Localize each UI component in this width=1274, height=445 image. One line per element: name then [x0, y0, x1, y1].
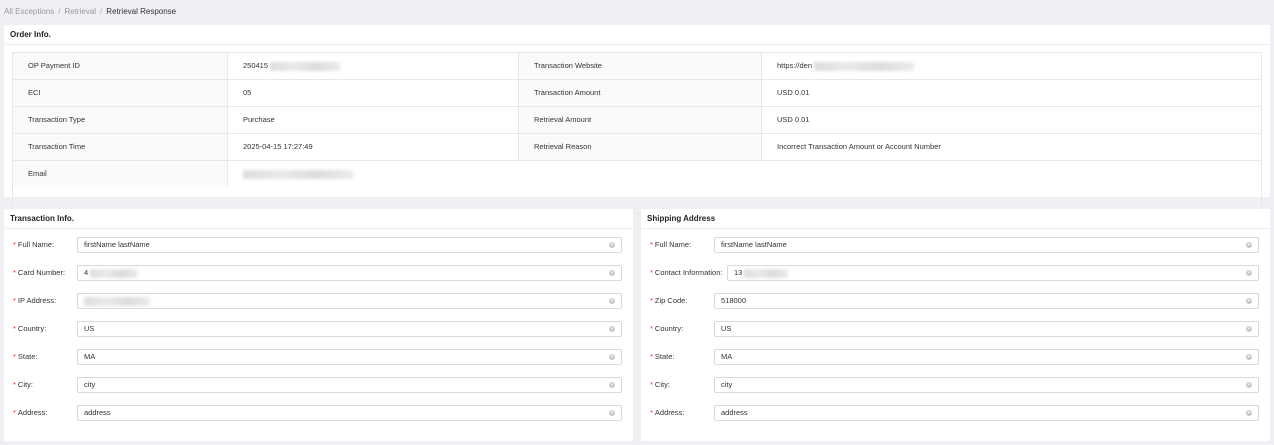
field-label: * Full Name: [13, 240, 55, 249]
order-info-title: Order Info. [4, 25, 1270, 45]
form-row-full-name: * Full Name: firstName lastName ✕ [4, 237, 633, 253]
breadcrumb-separator: / [100, 7, 103, 16]
shipping-address-input[interactable]: address ✕ [714, 405, 1259, 421]
field-label: * Contact Information: [650, 268, 723, 277]
order-value-transaction-amount: USD 0.01 [777, 88, 810, 97]
city-input[interactable]: city ✕ [77, 377, 622, 393]
form-row-ip-address: * IP Address: ✕ [4, 293, 633, 309]
breadcrumb-retrieval[interactable]: Retrieval [64, 7, 96, 16]
address-input[interactable]: address ✕ [77, 405, 622, 421]
card-number-input[interactable]: 4 ✕ [77, 265, 622, 281]
order-row-eci: ECI 05 Transaction Amount USD 0.01 [13, 80, 1261, 107]
form-row-city: * City: city ✕ [641, 377, 1270, 393]
order-label: Transaction Website [519, 53, 761, 79]
order-value-transaction-type: Purchase [243, 115, 275, 124]
field-label: * Address: [650, 408, 685, 417]
field-label: * State: [13, 352, 38, 361]
close-circle-icon[interactable]: ✕ [1246, 410, 1252, 416]
ip-address-input[interactable]: ✕ [77, 293, 622, 309]
order-value-email [228, 161, 518, 187]
form-row-state: * State: MA ✕ [641, 349, 1270, 365]
field-label: * Zip Code: [650, 296, 688, 305]
close-circle-icon[interactable]: ✕ [1246, 382, 1252, 388]
breadcrumb-all-exceptions[interactable]: All Exceptions [4, 7, 54, 16]
order-label: OP Payment ID [13, 53, 227, 79]
order-value-transaction-time: 2025-04-15 17:27:49 [243, 142, 313, 151]
order-label: Transaction Type [13, 107, 227, 133]
close-circle-icon[interactable]: ✕ [609, 354, 615, 360]
shipping-city-input[interactable]: city ✕ [714, 377, 1259, 393]
order-value-retrieval-amount: USD 0.01 [777, 115, 810, 124]
shipping-address-title: Shipping Address [641, 209, 1270, 229]
field-label: * Full Name: [650, 240, 692, 249]
order-label: Retrieval Amount [519, 107, 761, 133]
order-value-website: https://den [762, 53, 1261, 79]
order-info-card: Order Info. OP Payment ID 250415 Transac… [4, 25, 1270, 214]
shipping-state-input[interactable]: MA ✕ [714, 349, 1259, 365]
shipping-country-input[interactable]: US ✕ [714, 321, 1259, 337]
country-input[interactable]: US ✕ [77, 321, 622, 337]
order-value-eci: 05 [243, 88, 252, 97]
shipping-address-card: Shipping Address * Full Name: firstName l… [641, 209, 1270, 441]
order-label: Email [13, 161, 227, 187]
field-label: * IP Address: [13, 296, 57, 305]
transaction-info-card: Transaction Info. * Full Name: firstName … [4, 209, 633, 441]
field-label: * Card Number: [13, 268, 66, 277]
order-value-payment-id: 250415 [228, 53, 518, 79]
close-circle-icon[interactable]: ✕ [1246, 354, 1252, 360]
form-row-contact-information: * Contact Information: 13 ✕ [641, 265, 1270, 281]
order-label: Transaction Amount [519, 80, 761, 106]
order-row-transaction-type: Transaction Type Purchase Retrieval Amou… [13, 107, 1261, 134]
close-circle-icon[interactable]: ✕ [609, 242, 615, 248]
form-row-address: * Address: address ✕ [4, 405, 633, 421]
full-name-input[interactable]: firstName lastName ✕ [77, 237, 622, 253]
field-label: * State: [650, 352, 675, 361]
close-circle-icon[interactable]: ✕ [609, 326, 615, 332]
field-label: * Address: [13, 408, 48, 417]
breadcrumb-current: Retrieval Response [106, 7, 177, 16]
zip-code-input[interactable]: 518000 ✕ [714, 293, 1259, 309]
order-value-retrieval-reason: Incorrect Transaction Amount or Account … [777, 142, 941, 151]
form-row-address: * Address: address ✕ [641, 405, 1270, 421]
close-circle-icon[interactable]: ✕ [609, 382, 615, 388]
close-circle-icon[interactable]: ✕ [609, 270, 615, 276]
order-row-payment-id: OP Payment ID 250415 Transaction Website… [13, 53, 1261, 80]
shipping-full-name-input[interactable]: firstName lastName ✕ [714, 237, 1259, 253]
form-row-state: * State: MA ✕ [4, 349, 633, 365]
form-row-city: * City: city ✕ [4, 377, 633, 393]
form-row-card-number: * Card Number: 4 ✕ [4, 265, 633, 281]
breadcrumb-separator: / [58, 7, 61, 16]
close-circle-icon[interactable]: ✕ [609, 298, 615, 304]
field-label: * Country: [13, 324, 47, 333]
breadcrumb: All Exceptions / Retrieval / Retrieval Respo… [4, 7, 176, 16]
close-circle-icon[interactable]: ✕ [1246, 298, 1252, 304]
order-row-transaction-time: Transaction Time 2025-04-15 17:27:49 Ret… [13, 134, 1261, 161]
close-circle-icon[interactable]: ✕ [609, 410, 615, 416]
form-row-country: * Country: US ✕ [641, 321, 1270, 337]
field-label: * Country: [650, 324, 684, 333]
close-circle-icon[interactable]: ✕ [1246, 242, 1252, 248]
state-input[interactable]: MA ✕ [77, 349, 622, 365]
order-row-email: Email [13, 161, 1261, 188]
form-row-zip-code: * Zip Code: 518000 ✕ [641, 293, 1270, 309]
close-circle-icon[interactable]: ✕ [1246, 270, 1252, 276]
close-circle-icon[interactable]: ✕ [1246, 326, 1252, 332]
contact-information-input[interactable]: 13 ✕ [727, 265, 1259, 281]
form-row-country: * Country: US ✕ [4, 321, 633, 337]
form-row-full-name: * Full Name: firstName lastName ✕ [641, 237, 1270, 253]
order-info-table: OP Payment ID 250415 Transaction Website… [12, 52, 1262, 214]
order-label: Retrieval Reason [519, 134, 761, 160]
field-label: * City: [650, 380, 670, 389]
order-label: Transaction Time [13, 134, 227, 160]
order-label: ECI [13, 80, 227, 106]
transaction-info-title: Transaction Info. [4, 209, 633, 229]
field-label: * City: [13, 380, 33, 389]
